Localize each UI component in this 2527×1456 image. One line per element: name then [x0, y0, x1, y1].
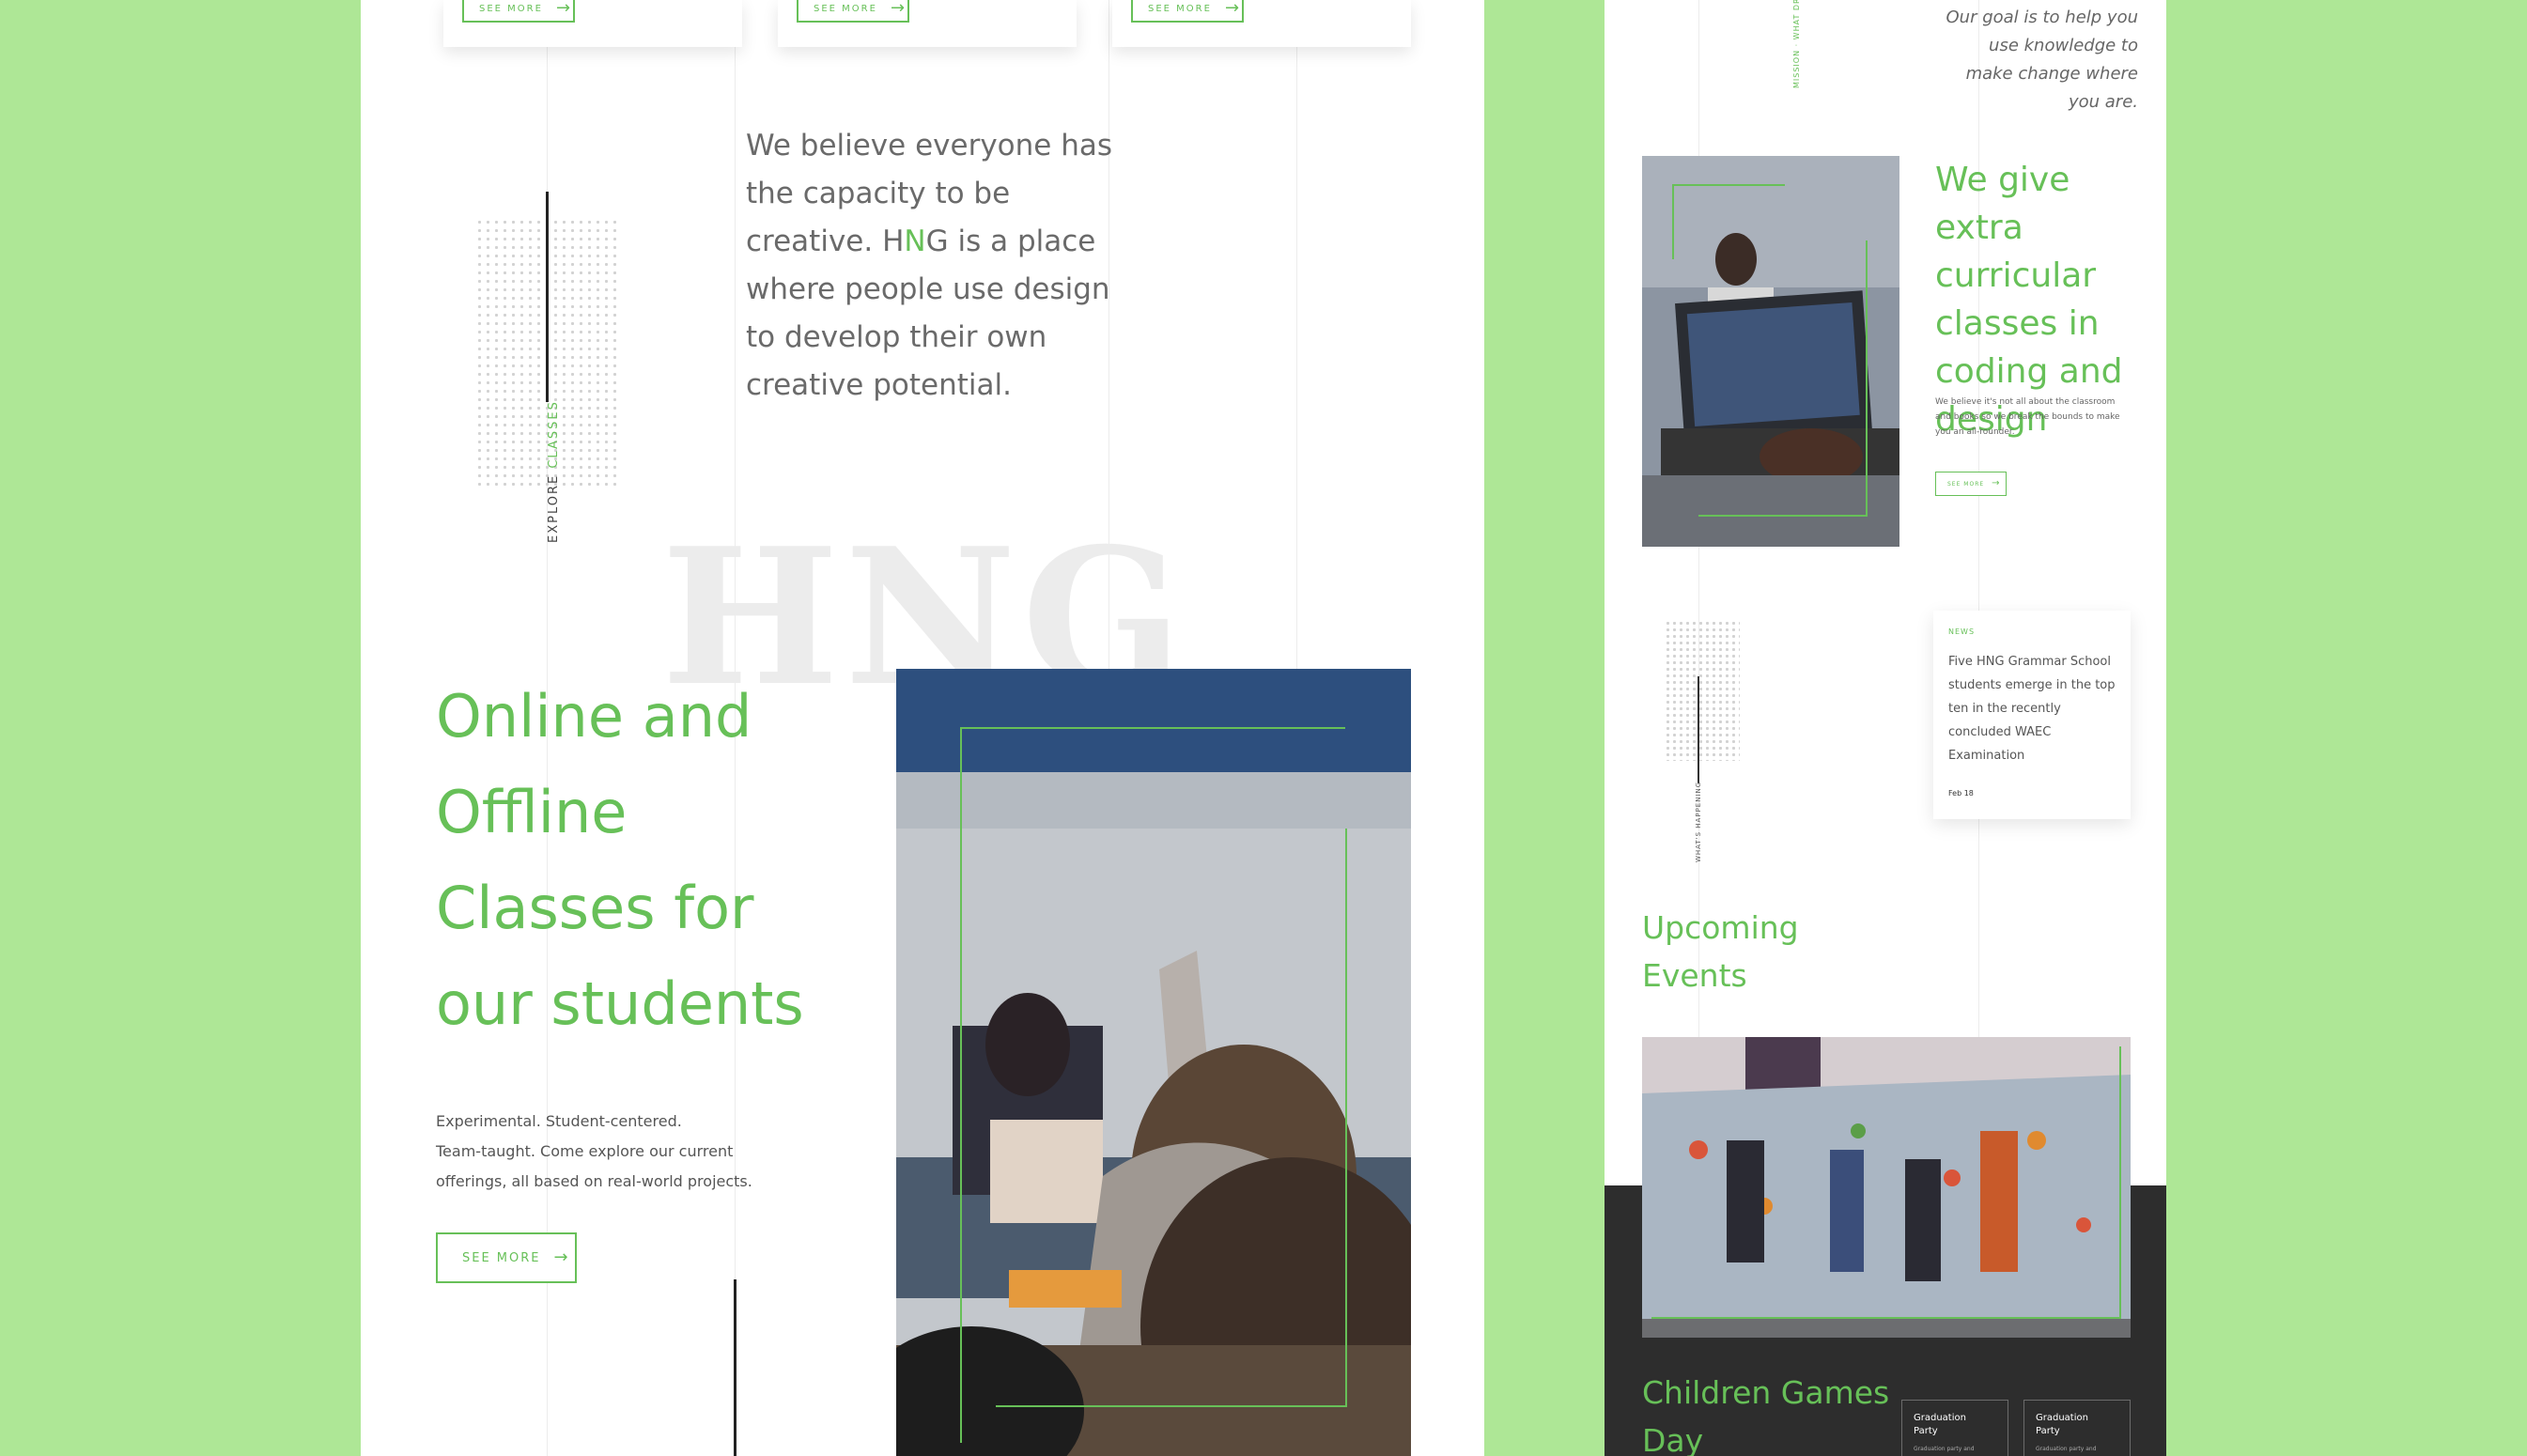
- accent-line: [1698, 676, 1699, 783]
- left-page-panel: SEE MORE → SEE MORE → SEE MORE → EXPLORE CL…: [361, 0, 1484, 1456]
- classes-heading: Online and Offline Classes for our stude…: [436, 682, 804, 1038]
- whats-happening-label: WHAT'S HAPPENING: [1695, 781, 1702, 862]
- top-card: SEE MORE →: [443, 0, 742, 47]
- see-more-button[interactable]: SEE MORE →: [797, 0, 909, 23]
- extra-classes-text: We believe it's not all about the classr…: [1935, 397, 2120, 437]
- arrow-right-icon: →: [1992, 478, 2001, 488]
- coding-class-photo: [1642, 156, 1899, 547]
- belief-paragraph: We believe everyone has the capacity to …: [746, 129, 1112, 402]
- arrow-right-icon: →: [890, 0, 907, 18]
- accent-line: [546, 192, 549, 402]
- arrow-right-icon: →: [1224, 0, 1242, 18]
- top-card: SEE MORE →: [1112, 0, 1411, 47]
- photo-frame: [1651, 1046, 2121, 1319]
- photo-frame: [996, 829, 1347, 1407]
- goal-text: Our goal is to help you use knowledge to…: [1946, 8, 2139, 112]
- arrow-right-icon: →: [555, 0, 573, 18]
- news-tag: NEWS: [1948, 627, 1976, 636]
- classroom-photo: [896, 669, 1411, 1456]
- top-card: SEE MORE →: [778, 0, 1077, 47]
- classes-see-more-button[interactable]: SEE MORE →: [436, 1232, 577, 1283]
- event-card[interactable]: Graduation Party Graduation party and: [2023, 1400, 2131, 1456]
- see-more-button[interactable]: SEE MORE →: [462, 0, 575, 23]
- extra-classes-see-more-button[interactable]: SEE MORE →: [1935, 472, 2007, 496]
- right-page-panel: MISSION · WHAT DRIVES Our goal is to hel…: [1605, 0, 2166, 1456]
- dot-pattern: [1665, 620, 1740, 761]
- see-more-button[interactable]: SEE MORE →: [1131, 0, 1244, 23]
- arrow-right-icon: →: [553, 1247, 570, 1267]
- classes-description: Experimental. Student-centered. Team-tau…: [436, 1112, 752, 1190]
- photo-frame: [1698, 240, 1868, 517]
- upcoming-events-heading: Upcoming Events: [1642, 909, 1799, 994]
- event-title: Children Games Day: [1642, 1374, 1890, 1456]
- accent-line: [734, 1279, 736, 1456]
- news-date: Feb 18: [1948, 789, 1974, 798]
- news-card[interactable]: NEWS Five HNG Grammar School students em…: [1933, 611, 2131, 819]
- news-text: Five HNG Grammar School students emerge …: [1948, 655, 2116, 763]
- explore-classes-label: EXPLORE CLASSES: [547, 400, 561, 543]
- mission-vertical-label: MISSION · WHAT DRIVES: [1792, 0, 1801, 88]
- event-card[interactable]: Graduation Party Graduation party and: [1901, 1400, 2008, 1456]
- climbing-wall-photo: [1642, 1037, 2131, 1338]
